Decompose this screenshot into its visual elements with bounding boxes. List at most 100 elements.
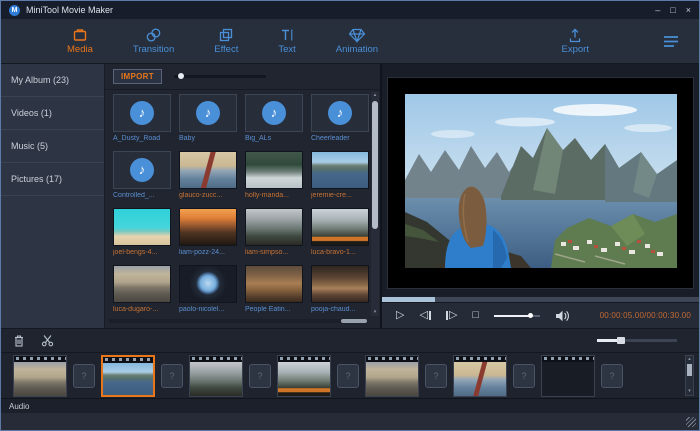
- music-thumbnail: ♪: [245, 94, 303, 132]
- clip-thumbnail: [103, 363, 153, 395]
- transition-icon: [145, 27, 162, 43]
- tab-animation[interactable]: Animation: [336, 27, 378, 55]
- transition-slot[interactable]: ?: [73, 364, 95, 388]
- import-button[interactable]: IMPORT: [113, 69, 162, 84]
- media-item-label: paolo-nicolel...: [179, 306, 237, 313]
- music-thumbnail: ♪: [113, 94, 171, 132]
- seek-bar[interactable]: [382, 297, 699, 302]
- menu-button[interactable]: [663, 35, 679, 48]
- transition-slot[interactable]: ?: [425, 364, 447, 388]
- next-frame-button[interactable]: ▷: [446, 310, 457, 321]
- tab-label: Animation: [336, 44, 378, 55]
- media-item[interactable]: People Eatin...: [245, 265, 305, 322]
- titlebar: M MiniTool Movie Maker –□×: [1, 1, 699, 19]
- sidebar-item-pictures-17[interactable]: Pictures (17): [1, 163, 104, 196]
- media-item[interactable]: ♪A_Dusty_Road: [113, 94, 173, 151]
- media-item[interactable]: liam-simpso...: [245, 208, 305, 265]
- media-item[interactable]: pooja-chaud...: [311, 265, 371, 322]
- volume-fill: [494, 315, 530, 317]
- scroll-up-icon[interactable]: ▴: [371, 92, 379, 99]
- volume-slider[interactable]: [494, 315, 540, 317]
- speaker-icon[interactable]: [555, 310, 570, 322]
- sidebar-item-videos-1[interactable]: Videos (1): [1, 97, 104, 130]
- stop-button[interactable]: □: [472, 310, 479, 321]
- media-item[interactable]: paolo-nicolel...: [179, 265, 239, 322]
- clip-thumbnail: [542, 362, 594, 396]
- timeline-toolbar: [1, 329, 699, 353]
- delete-button[interactable]: [13, 334, 25, 348]
- transition-slot[interactable]: ?: [161, 364, 183, 388]
- previous-frame-button[interactable]: ◁: [419, 310, 430, 321]
- volume-handle[interactable]: [528, 313, 533, 318]
- minimize-button[interactable]: –: [655, 6, 660, 15]
- tab-media[interactable]: Media: [67, 27, 93, 55]
- media-horizontal-scrollbar[interactable]: [109, 319, 367, 323]
- transition-slot[interactable]: ?: [601, 364, 623, 388]
- media-item-label: People Eatin...: [245, 306, 303, 313]
- sidebar-item-music-5[interactable]: Music (5): [1, 130, 104, 163]
- clip-thumbnail: [278, 362, 330, 396]
- media-item[interactable]: luca-dugaro-...: [113, 265, 173, 322]
- audio-track[interactable]: Audio: [1, 398, 699, 413]
- close-button[interactable]: ×: [686, 6, 691, 15]
- media-item[interactable]: liam-pozz-24...: [179, 208, 239, 265]
- media-item[interactable]: holly-manda...: [245, 151, 305, 208]
- animation-icon: [348, 27, 366, 43]
- media-item[interactable]: glauco-zucc...: [179, 151, 239, 208]
- slider-handle[interactable]: [178, 73, 184, 79]
- thumbnail-size-slider[interactable]: [174, 75, 266, 78]
- media-header: IMPORT: [105, 64, 380, 90]
- tab-effect[interactable]: Effect: [214, 27, 238, 55]
- media-item[interactable]: ♪Baby: [179, 94, 239, 151]
- media-item[interactable]: jeremie-cre...: [311, 151, 371, 208]
- timeline-clip[interactable]: [101, 355, 155, 397]
- scrollbar-thumb[interactable]: [687, 364, 692, 376]
- media-item[interactable]: ♪Cheerleader: [311, 94, 371, 151]
- sidebar: My Album (23)Videos (1)Music (5)Pictures…: [1, 64, 105, 328]
- export-button[interactable]: Export: [562, 27, 589, 55]
- timeline-clip[interactable]: [453, 355, 507, 397]
- media-vertical-scrollbar[interactable]: ▴ ▾: [371, 92, 379, 316]
- image-thumbnail: [311, 151, 369, 189]
- sidebar-item-my-album-23[interactable]: My Album (23): [1, 64, 104, 97]
- music-note-icon: ♪: [328, 101, 352, 125]
- main-area: My Album (23)Videos (1)Music (5)Pictures…: [1, 64, 699, 329]
- transition-slot[interactable]: ?: [249, 364, 271, 388]
- scroll-down-icon[interactable]: ▾: [371, 309, 379, 316]
- media-folder-icon: [72, 27, 88, 43]
- media-item[interactable]: ♪ Big_ALs: [245, 94, 305, 151]
- image-thumbnail: [113, 208, 171, 246]
- scrollbar-thumb[interactable]: [372, 101, 378, 229]
- timeline-clip[interactable]: [365, 355, 419, 397]
- split-scissors-button[interactable]: [41, 334, 54, 347]
- resize-grip[interactable]: [686, 417, 696, 427]
- scrollbar-thumb[interactable]: [341, 319, 367, 323]
- media-item[interactable]: ♪Controlled_...: [113, 151, 173, 208]
- maximize-button[interactable]: □: [670, 6, 675, 15]
- timeline-clip[interactable]: [13, 355, 67, 397]
- scroll-up-icon[interactable]: ▴: [686, 356, 693, 363]
- media-item-label: luca-dugaro-...: [113, 306, 171, 313]
- music-note-icon: ♪: [130, 101, 154, 125]
- timeline-clip[interactable]: [277, 355, 331, 397]
- transition-slot[interactable]: ?: [513, 364, 535, 388]
- timeline-empty-slot[interactable]: [541, 355, 595, 397]
- app-logo-icon: M: [9, 5, 20, 16]
- media-item[interactable]: luca-bravo-1...: [311, 208, 371, 265]
- zoom-handle[interactable]: [617, 337, 625, 344]
- timecode: 00:00:05.00/00:00:30.00: [600, 311, 691, 320]
- timeline-vertical-scrollbar[interactable]: ▴ ▾: [685, 355, 694, 396]
- timeline-clip[interactable]: [189, 355, 243, 397]
- scroll-down-icon[interactable]: ▾: [686, 388, 693, 395]
- media-item[interactable]: joel-bengs-4...: [113, 208, 173, 265]
- timeline-track: ??????? ▴ ▾: [1, 353, 699, 398]
- media-item-label: Big_ALs: [245, 135, 303, 142]
- play-button[interactable]: ▷: [396, 310, 404, 321]
- image-thumbnail: [179, 151, 237, 189]
- media-item-label: pooja-chaud...: [311, 306, 369, 313]
- tab-text[interactable]: Text: [278, 27, 295, 55]
- transition-slot[interactable]: ?: [337, 364, 359, 388]
- tab-transition[interactable]: Transition: [133, 27, 174, 55]
- timeline-zoom-slider[interactable]: [597, 339, 677, 342]
- media-item-label: Baby: [179, 135, 237, 142]
